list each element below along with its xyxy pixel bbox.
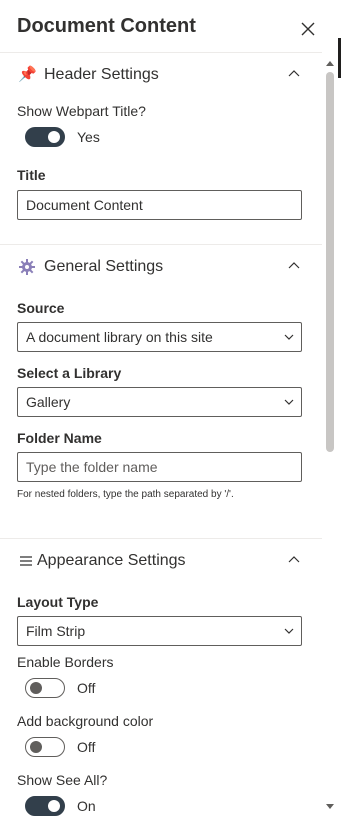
chevron-up-icon <box>288 70 300 77</box>
folder-hint: For nested folders, type the path separa… <box>17 489 234 500</box>
see-all-toggle[interactable] <box>25 796 65 816</box>
pushpin-icon: 📌 <box>18 66 37 83</box>
toggle-knob <box>30 682 42 694</box>
section-title: General Settings <box>44 258 164 275</box>
divider <box>0 538 322 539</box>
toggle-knob <box>48 800 60 812</box>
section-title: Header Settings <box>44 66 159 83</box>
folder-label: Folder Name <box>17 430 102 446</box>
show-title-label: Show Webpart Title? <box>17 103 146 119</box>
layout-dropdown[interactable]: Film Strip <box>17 616 302 646</box>
header-settings-toggle[interactable]: 📌 Header Settings <box>0 58 322 92</box>
property-pane: Document Content 📌 Header Settings Show … <box>0 0 322 817</box>
title-field[interactable] <box>17 190 302 220</box>
library-value: Gallery <box>26 394 71 410</box>
see-all-label: Show See All? <box>17 772 108 788</box>
divider <box>0 52 322 53</box>
close-button[interactable] <box>296 17 320 41</box>
see-all-state: On <box>77 798 96 814</box>
layout-label: Layout Type <box>17 594 99 610</box>
borders-label: Enable Borders <box>17 654 114 670</box>
layout-value: Film Strip <box>26 623 86 639</box>
bg-color-state: Off <box>77 739 96 755</box>
folder-input[interactable] <box>26 453 294 481</box>
scroll-down-arrow-icon[interactable] <box>325 803 335 811</box>
window-edge-marker <box>338 38 341 78</box>
title-input[interactable] <box>26 191 294 219</box>
borders-toggle[interactable] <box>25 678 65 698</box>
menu-lines-icon <box>18 551 38 571</box>
show-title-state: Yes <box>77 129 100 145</box>
scrollbar-thumb[interactable] <box>326 72 334 452</box>
source-dropdown[interactable]: A document library on this site <box>17 322 302 352</box>
bg-color-toggle[interactable] <box>25 737 65 757</box>
show-title-toggle[interactable] <box>25 127 65 147</box>
chevron-up-icon <box>288 262 300 269</box>
library-dropdown[interactable]: Gallery <box>17 387 302 417</box>
source-value: A document library on this site <box>26 329 213 345</box>
panel-title: Document Content <box>17 15 196 37</box>
section-title: Appearance Settings <box>37 552 186 569</box>
toggle-knob <box>30 741 42 753</box>
bg-color-label: Add background color <box>17 713 154 729</box>
panel-header: Document Content <box>0 0 322 54</box>
folder-field[interactable] <box>17 452 302 482</box>
toggle-knob <box>48 131 60 143</box>
source-label: Source <box>17 300 65 316</box>
appearance-settings-toggle[interactable]: Appearance Settings <box>0 544 322 578</box>
library-label: Select a Library <box>17 365 122 381</box>
close-icon <box>301 22 315 36</box>
chevron-down-icon <box>284 399 294 405</box>
title-label: Title <box>17 167 46 183</box>
divider <box>0 244 322 245</box>
scroll-up-arrow-icon[interactable] <box>325 59 335 67</box>
chevron-down-icon <box>284 334 294 340</box>
chevron-down-icon <box>284 628 294 634</box>
chevron-up-icon <box>288 556 300 563</box>
borders-state: Off <box>77 680 96 696</box>
gear-icon <box>18 257 38 277</box>
general-settings-toggle[interactable]: General Settings <box>0 250 322 284</box>
